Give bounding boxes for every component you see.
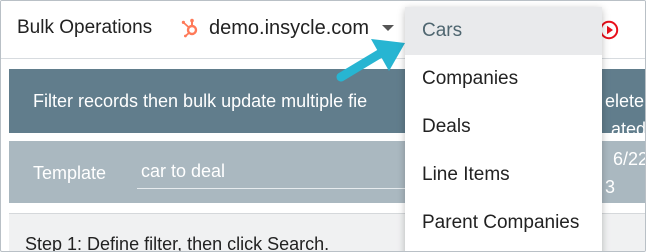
dropdown-item-label: Line Items (422, 164, 510, 185)
app-title: Bulk Operations (17, 17, 153, 38)
banner-side-text: elete. (605, 91, 646, 111)
dropdown-item-label: Deals (422, 116, 471, 137)
object-type-dropdown: Cars Companies Deals Line Items Parent C… (405, 7, 602, 251)
template-side-text: 6/22 (613, 149, 646, 169)
template-side-text-2: 3 (605, 177, 616, 197)
dropdown-item-deals[interactable]: Deals (405, 103, 602, 151)
template-label: Template (33, 163, 107, 183)
play-circle-icon[interactable] (599, 20, 619, 40)
hubspot-icon (181, 18, 198, 38)
dropdown-item-companies[interactable]: Companies (405, 55, 602, 103)
template-input[interactable] (137, 155, 427, 189)
banner-side-text-2: ated: (611, 119, 646, 139)
dropdown-item-line-items[interactable]: Line Items (405, 151, 602, 199)
callout-arrow-icon (336, 39, 405, 82)
dropdown-item-label: Cars (422, 20, 463, 41)
banner-text: Filter records then bulk update multiple… (33, 91, 368, 111)
app-window: Bulk Operations demo.insycle.com Filter … (0, 0, 646, 252)
dropdown-item-cars[interactable]: Cars (405, 7, 602, 55)
dropdown-item-parent-companies[interactable]: Parent Companies (405, 199, 602, 247)
dropdown-item-label: Companies (422, 68, 519, 89)
step-instruction: Step 1: Define filter, then click Search… (25, 234, 330, 252)
dropdown-item-label: Parent Companies (422, 212, 580, 233)
